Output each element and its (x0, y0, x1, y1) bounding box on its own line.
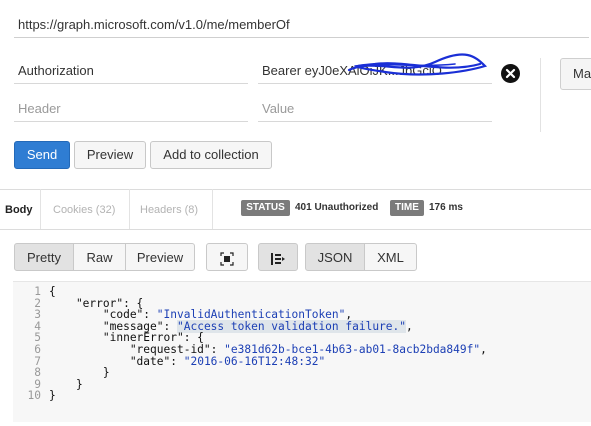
remove-header-icon[interactable] (501, 64, 520, 83)
send-button[interactable]: Send (14, 141, 70, 169)
line-numbers: 1 2 3 4 5 6 7 8 9 10 (13, 286, 41, 402)
tab-cookies[interactable]: Cookies (32) (53, 203, 115, 217)
json-message-value: Access token validation failure. (183, 319, 400, 333)
line-number: 8 (34, 366, 41, 380)
redaction-scribble (347, 53, 488, 76)
status-value: 401 Unauthorized (295, 202, 379, 213)
preview-button[interactable]: Preview (74, 141, 146, 169)
json-code: { "error": { "code": "InvalidAuthenticat… (49, 285, 487, 403)
url-input[interactable] (14, 12, 589, 38)
tabs-bottom-border (0, 229, 591, 230)
wrap-lines-icon (271, 252, 285, 265)
fullscreen-icon (220, 251, 234, 266)
add-to-collection-button[interactable]: Add to collection (150, 141, 272, 169)
line-number: 6 (34, 342, 41, 356)
new-header-key-input[interactable] (14, 96, 248, 122)
tabs-top-border (0, 189, 591, 190)
fullscreen-button[interactable] (206, 243, 248, 271)
line-number: 1 (34, 285, 41, 298)
header-key-input[interactable] (14, 58, 248, 84)
wrap-lines-button[interactable] (258, 243, 298, 271)
manage-presets-button[interactable]: Ma (560, 58, 591, 90)
tab-separator (40, 189, 41, 229)
tab-separator (212, 189, 213, 229)
status-badge: STATUS (241, 200, 290, 216)
preview-body-button[interactable]: Preview (125, 243, 195, 271)
new-header-value-input[interactable] (258, 96, 492, 122)
time-value: 176 ms (429, 202, 463, 213)
line-number: 10 (27, 389, 41, 403)
panel-divider (540, 58, 541, 132)
tab-separator (129, 189, 130, 229)
format-json-button[interactable]: JSON (305, 243, 365, 271)
time-badge: TIME (390, 200, 424, 216)
raw-button[interactable]: Raw (73, 243, 126, 271)
pretty-button[interactable]: Pretty (14, 243, 74, 271)
format-xml-button[interactable]: XML (364, 243, 417, 271)
tab-headers[interactable]: Headers (8) (140, 203, 198, 217)
tab-body[interactable]: Body (5, 203, 33, 217)
json-date-value: 2016-06-16T12:48:32 (190, 354, 319, 368)
